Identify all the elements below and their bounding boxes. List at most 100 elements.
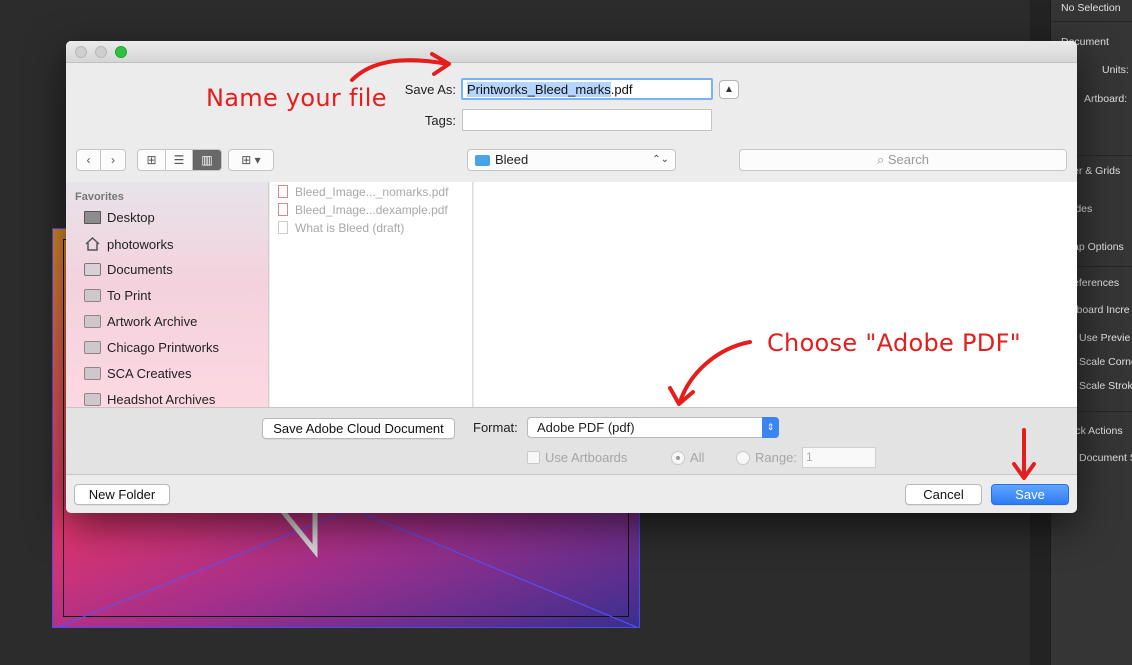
chevron-right-icon: › [111, 153, 115, 167]
search-placeholder: Search [887, 152, 930, 167]
annotation-name-file: Name your file [206, 84, 387, 112]
folder-icon [84, 367, 101, 380]
minimize-window-button[interactable] [95, 46, 107, 58]
list-icon: ☰ [173, 153, 185, 167]
chevron-up-icon: ▲ [724, 84, 734, 95]
pdf-file-icon [278, 185, 288, 198]
format-select[interactable]: Adobe PDF (pdf) ⇕ [527, 417, 779, 438]
panel-item-use-preview: Use Previe [1079, 332, 1131, 344]
sidebar: Favorites Desktop photoworks Documents T… [66, 182, 269, 407]
search-input[interactable]: ⌕ Search [739, 149, 1067, 171]
range-input[interactable]: 1 [802, 447, 876, 468]
desktop-icon [84, 211, 101, 224]
folder-icon [84, 315, 101, 328]
file-name: Bleed_Image..._nomarks.pdf [295, 185, 449, 199]
favorites-header: Favorites [75, 191, 124, 203]
sidebar-item-label: photoworks [107, 237, 174, 252]
columns-icon: ▥ [201, 153, 213, 167]
radio-selected-icon [671, 451, 685, 465]
sidebar-item-label: Headshot Archives [107, 392, 216, 407]
list-item[interactable]: Bleed_Image...dexample.pdf [278, 203, 448, 217]
tags-input[interactable] [462, 109, 712, 131]
cancel-button[interactable]: Cancel [905, 484, 982, 505]
sidebar-item-label: Documents [107, 262, 173, 277]
save-as-label: Save As: [404, 82, 456, 97]
save-button[interactable]: Save [991, 484, 1069, 505]
sidebar-item-desktop[interactable]: Desktop [84, 210, 155, 230]
updown-chevron-icon: ⇕ [762, 417, 779, 438]
format-label: Format: [473, 420, 518, 435]
file-name: What is Bleed (draft) [295, 221, 405, 235]
sidebar-item-photoworks[interactable]: photoworks [84, 236, 173, 256]
radio-icon [736, 451, 750, 465]
range-label: Range: [755, 450, 797, 465]
back-button[interactable]: ‹ [76, 149, 101, 171]
panel-item-keyboard-increment: rboard Incre [1073, 304, 1130, 316]
sidebar-item-label: Chicago Printworks [107, 340, 219, 355]
folder-icon [84, 393, 101, 406]
panel-item-preferences: eferences [1073, 277, 1120, 289]
filename-extension: .pdf [610, 82, 633, 97]
new-folder-button[interactable]: New Folder [74, 484, 170, 505]
panel-item-snap-options: ap Options [1073, 241, 1124, 253]
panel-item-no-selection: No Selection [1061, 2, 1121, 14]
sidebar-item-label: Desktop [107, 210, 155, 225]
arrange-menu-button[interactable]: ⊞ ▾ [228, 149, 274, 171]
checkbox-icon [527, 451, 540, 464]
panel-item-document-setup: Document S [1079, 452, 1132, 464]
preview-column [474, 182, 1077, 407]
arrange-icon: ⊞ ▾ [241, 153, 261, 167]
annotation-choose-pdf: Choose "Adobe PDF" [767, 329, 1022, 357]
folder-icon [84, 289, 101, 302]
sidebar-item-headshot-archives[interactable]: Headshot Archives [84, 392, 215, 407]
panel-item-units: Units: [1102, 64, 1129, 76]
home-icon [84, 236, 101, 251]
list-view-button[interactable]: ☰ [166, 149, 193, 171]
documents-icon [84, 263, 101, 276]
updown-chevron-icon: ⌃⌄ [652, 154, 669, 165]
expand-dialog-button[interactable]: ▲ [719, 80, 739, 99]
panel-item-scale-corners: Scale Corne [1079, 356, 1132, 368]
panel-item-artboard: Artboard: [1084, 93, 1128, 105]
save-as-input[interactable]: Printworks_Bleed_marks.pdf [461, 78, 713, 100]
icon-view-button[interactable]: ⊞ [137, 149, 166, 171]
tags-label: Tags: [424, 113, 456, 128]
search-icon: ⌕ [876, 152, 888, 167]
folder-icon [84, 341, 101, 354]
save-cloud-document-button[interactable]: Save Adobe Cloud Document [262, 418, 455, 439]
list-item[interactable]: What is Bleed (draft) [278, 221, 404, 235]
panel-item-scale-strokes: Scale Strok [1079, 380, 1132, 392]
format-options: Save Adobe Cloud Document Format: Adobe … [66, 407, 1077, 475]
sidebar-item-sca-creatives[interactable]: SCA Creatives [84, 366, 192, 386]
all-radio[interactable]: All [671, 450, 704, 465]
sidebar-item-documents[interactable]: Documents [84, 262, 173, 282]
document-file-icon [278, 221, 288, 234]
folder-icon [475, 155, 490, 166]
sidebar-item-to-print[interactable]: To Print [84, 288, 151, 308]
sidebar-item-label: SCA Creatives [107, 366, 192, 381]
chevron-left-icon: ‹ [86, 153, 91, 167]
list-item[interactable]: Bleed_Image..._nomarks.pdf [278, 185, 448, 199]
sidebar-item-label: Artwork Archive [107, 314, 198, 329]
sidebar-item-artwork-archive[interactable]: Artwork Archive [84, 314, 197, 334]
pdf-file-icon [278, 203, 288, 216]
location-popup[interactable]: Bleed ⌃⌄ [467, 149, 676, 171]
sidebar-item-label: To Print [107, 288, 152, 303]
all-label: All [690, 450, 705, 465]
grid-icon: ⊞ [146, 153, 157, 167]
use-artboards-checkbox[interactable]: Use Artboards [527, 450, 627, 465]
file-name: Bleed_Image...dexample.pdf [295, 203, 448, 217]
range-radio[interactable]: Range: [736, 450, 797, 465]
column-view-button[interactable]: ▥ [193, 149, 222, 171]
panel-item-rulers-grids: er & Grids [1073, 165, 1121, 177]
use-artboards-label: Use Artboards [545, 450, 628, 465]
location-label: Bleed [495, 152, 529, 167]
format-value: Adobe PDF (pdf) [537, 420, 635, 435]
forward-button[interactable]: › [101, 149, 126, 171]
sidebar-item-chicago-printworks[interactable]: Chicago Printworks [84, 340, 219, 360]
panel-item-quick-actions: ick Actions [1073, 425, 1123, 437]
screen: No Selection Document Units: Artboard: e… [0, 0, 1132, 665]
zoom-window-button[interactable] [115, 46, 127, 58]
close-window-button[interactable] [75, 46, 87, 58]
title-bar [66, 41, 1077, 63]
